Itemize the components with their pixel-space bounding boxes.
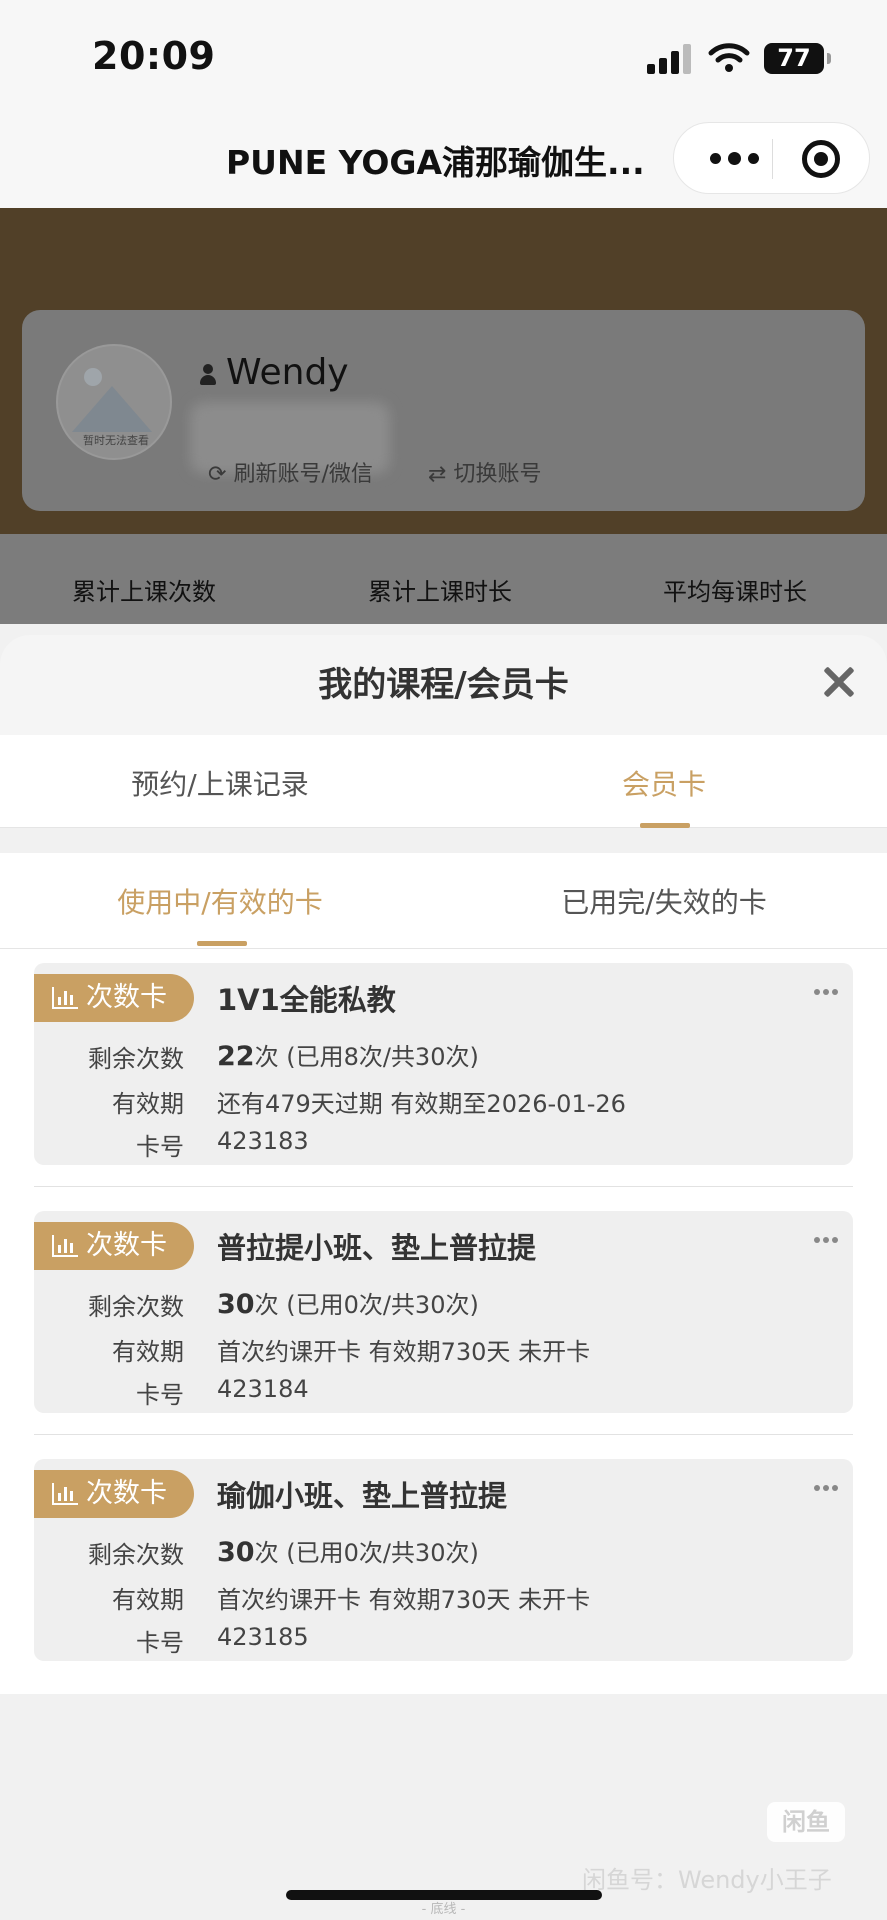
tab-membership-cards[interactable]: 会员卡 <box>504 763 824 803</box>
card-type-badge: 次数卡 <box>34 1222 194 1270</box>
watermark-logo: 闲鱼 <box>767 1802 845 1842</box>
status-time: 20:09 <box>92 34 216 78</box>
capsule-menu <box>673 122 870 194</box>
validity-label: 有效期 <box>112 1586 184 1614</box>
card-name: 瑜伽小班、垫上普拉提 <box>217 1479 508 1513</box>
battery-icon: 77 <box>764 43 831 74</box>
validity-value: 首次约课开卡 有效期730天 未开卡 <box>217 1586 591 1614</box>
watermark-text: 闲鱼号：Wendy小王子 <box>582 1866 832 1894</box>
capsule-divider <box>772 139 773 179</box>
switch-icon: ⇄ <box>428 462 454 487</box>
user-name-text: Wendy <box>226 352 349 393</box>
wifi-icon <box>708 43 750 72</box>
tab-active-cards[interactable]: 使用中/有效的卡 <box>60 881 380 921</box>
sheet-title: 我的课程/会员卡 <box>318 665 569 705</box>
more-options-icon[interactable] <box>814 1237 838 1243</box>
refresh-icon: ⟳ <box>208 462 234 487</box>
validity-value: 首次约课开卡 有效期730天 未开卡 <box>217 1338 591 1366</box>
membership-card[interactable]: 次数卡 瑜伽小班、垫上普拉提 剩余次数 30次 (已用0次/共30次) 有效期 … <box>34 1459 853 1661</box>
chart-icon <box>52 987 78 1009</box>
active-tab-indicator <box>640 823 690 828</box>
stats-row: 累计上课次数 累计上课时长 平均每课时长 <box>0 534 887 624</box>
more-options-icon[interactable] <box>814 989 838 995</box>
card-name: 1V1全能私教 <box>217 983 396 1017</box>
card-list: 次数卡 1V1全能私教 剩余次数 22次 (已用8次/共30次) 有效期 还有4… <box>0 949 887 1694</box>
card-type-badge: 次数卡 <box>34 1470 194 1518</box>
validity-value: 还有479天过期 有效期至2026-01-26 <box>217 1090 626 1118</box>
tab-expired-cards[interactable]: 已用完/失效的卡 <box>504 881 824 921</box>
sheet-header: 我的课程/会员卡 <box>0 635 887 735</box>
card-no-value: 423183 <box>217 1127 309 1155</box>
more-icon[interactable] <box>702 123 772 195</box>
avatar-caption: 暂时无法查看 <box>83 434 149 447</box>
main-tabs: 预约/上课记录 会员卡 <box>0 735 887 828</box>
card-status-tabs: 使用中/有效的卡 已用完/失效的卡 <box>0 853 887 949</box>
remaining-value: 30次 (已用0次/共30次) <box>217 1289 479 1320</box>
card-no-value: 423185 <box>217 1623 309 1651</box>
divider <box>34 1434 853 1435</box>
tab-booking-records[interactable]: 预约/上课记录 <box>60 763 380 803</box>
membership-card[interactable]: 次数卡 1V1全能私教 剩余次数 22次 (已用8次/共30次) 有效期 还有4… <box>34 963 853 1165</box>
refresh-account-link[interactable]: ⟳ 刷新账号/微信 <box>208 456 373 488</box>
card-no-label: 卡号 <box>136 1629 184 1657</box>
card-name: 普拉提小班、垫上普拉提 <box>217 1231 537 1265</box>
status-bar: 20:09 77 <box>0 0 887 110</box>
close-program-icon[interactable] <box>802 140 840 178</box>
divider <box>34 1186 853 1187</box>
home-indicator[interactable] <box>286 1890 602 1900</box>
remaining-label: 剩余次数 <box>88 1541 184 1569</box>
remaining-value: 30次 (已用0次/共30次) <box>217 1537 479 1568</box>
close-icon[interactable] <box>821 665 855 699</box>
card-no-label: 卡号 <box>136 1381 184 1409</box>
profile-card: 暂时无法查看 Wendy ⟳ 刷新账号/微信 ⇄ 切换账号 <box>22 310 865 511</box>
switch-account-link[interactable]: ⇄ 切换账号 <box>428 456 541 488</box>
stat-label: 平均每课时长 <box>663 578 807 606</box>
mini-program-navbar: PUNE YOGA浦那瑜伽生... <box>0 110 887 208</box>
stat-label: 累计上课次数 <box>72 578 216 606</box>
avatar: 暂时无法查看 <box>56 344 172 460</box>
courses-sheet: 我的课程/会员卡 预约/上课记录 会员卡 使用中/有效的卡 已用完/失效的卡 次… <box>0 635 887 1920</box>
remaining-label: 剩余次数 <box>88 1293 184 1321</box>
remaining-label: 剩余次数 <box>88 1045 184 1073</box>
page-title: PUNE YOGA浦那瑜伽生... <box>226 143 645 182</box>
card-no-label: 卡号 <box>136 1133 184 1161</box>
stat-label: 累计上课时长 <box>368 578 512 606</box>
membership-card[interactable]: 次数卡 普拉提小班、垫上普拉提 剩余次数 30次 (已用0次/共30次) 有效期… <box>34 1211 853 1413</box>
profile-hero: 暂时无法查看 Wendy ⟳ 刷新账号/微信 ⇄ 切换账号 <box>0 208 887 534</box>
user-name: Wendy <box>200 352 349 393</box>
validity-label: 有效期 <box>112 1338 184 1366</box>
active-subtab-indicator <box>197 941 247 946</box>
chart-icon <box>52 1483 78 1505</box>
list-end-text: - 底线 - <box>421 1902 466 1917</box>
signal-icon <box>647 44 695 74</box>
validity-label: 有效期 <box>112 1090 184 1118</box>
chart-icon <box>52 1235 78 1257</box>
remaining-value: 22次 (已用8次/共30次) <box>217 1041 479 1072</box>
more-options-icon[interactable] <box>814 1485 838 1491</box>
card-type-badge: 次数卡 <box>34 974 194 1022</box>
card-no-value: 423184 <box>217 1375 309 1403</box>
person-icon <box>200 364 216 386</box>
